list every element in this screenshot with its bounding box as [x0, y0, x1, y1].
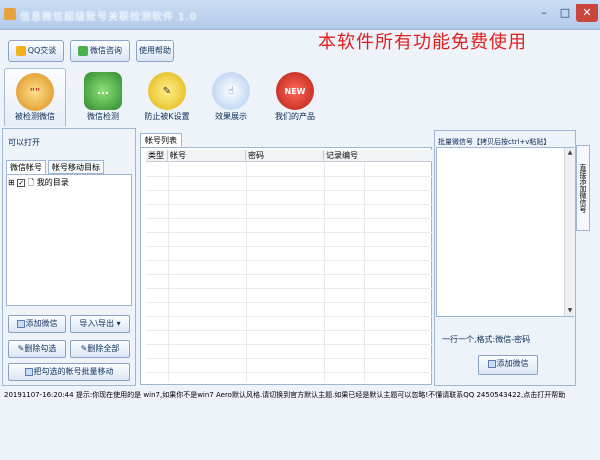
- delete-all-button[interactable]: ✎删除全部: [70, 340, 130, 358]
- window-title: 信息微信超级账号关联检测软件 1.0: [20, 12, 198, 23]
- dropdown-arrow-icon: ▾: [116, 319, 121, 328]
- side-tab-direct-add[interactable]: 直接添加微信号: [576, 145, 590, 231]
- scroll-up-icon[interactable]: ▲: [566, 149, 574, 157]
- textarea-scrollbar[interactable]: ▲ ▼: [564, 148, 574, 316]
- tree-root[interactable]: ⊞ ✓ 🗋 我的目录: [8, 177, 69, 191]
- tree-root-label: 我的目录: [36, 178, 69, 187]
- grid-line: [146, 246, 432, 247]
- grid-line: [146, 190, 432, 191]
- grid-line: [364, 162, 365, 382]
- qq-chat-button[interactable]: QQ交谈: [8, 40, 64, 62]
- tab-move-target[interactable]: 帐号移动目标: [48, 160, 104, 174]
- format-hint: 一行一个,格式:微信-密码: [442, 335, 531, 344]
- left-panel-header: 可以打开: [8, 138, 40, 147]
- import-export-button[interactable]: 导入\导出 ▾: [70, 315, 130, 333]
- table-header: 类型 帐号 密码 记录编号: [146, 150, 432, 162]
- col-record-id[interactable]: 记录编号: [324, 150, 364, 162]
- import-export-label: 导入\导出: [79, 319, 115, 328]
- grid-line: [146, 316, 432, 317]
- grid-line: [146, 274, 432, 275]
- tool-label: 微信检测: [87, 112, 119, 121]
- grid-line: [146, 232, 432, 233]
- add-icon: [16, 319, 25, 328]
- close-button[interactable]: ✕: [576, 4, 598, 22]
- wechat-bubble-icon: ...: [84, 72, 122, 110]
- tool-our-products[interactable]: NEW 我们的产品: [264, 68, 326, 126]
- hand-pointer-icon: ☝: [212, 72, 250, 110]
- batch-move-button[interactable]: 把勾选的帐号批量移动: [8, 363, 130, 381]
- qq-icon: [15, 45, 26, 56]
- right-add-wechat-button[interactable]: 添加微信: [478, 355, 538, 375]
- wrench-icon: ✎: [148, 72, 186, 110]
- status-bar[interactable]: 20191107-16:20:44 提示:你现在使用的是 win7,如果你不是w…: [0, 388, 600, 402]
- tool-label: 防止被K设置: [144, 112, 190, 121]
- col-type[interactable]: 类型: [146, 150, 168, 162]
- grid-line: [146, 372, 432, 373]
- batch-wechat-textarea[interactable]: [436, 147, 574, 317]
- expand-icon[interactable]: ⊞: [8, 178, 15, 187]
- add-icon: [487, 359, 496, 368]
- main-toolbar: "" 被检测微信 ... 微信检测 ✎ 防止被K设置 ☝ 效果展示 NEW 我们…: [0, 68, 600, 128]
- grid-line: [246, 162, 247, 382]
- maximize-button[interactable]: □: [555, 4, 575, 22]
- status-message[interactable]: 提示:你现在使用的是 win7,如果你不是win7 Aero默认风格.请切换到官…: [76, 391, 565, 399]
- wechat-icon: [78, 45, 88, 56]
- main-window: 信息微信超级账号关联检测软件 1.0 – □ ✕ QQ交谈 微信咨询 使用帮助 …: [0, 0, 600, 460]
- checkbox-icon[interactable]: ✓: [17, 178, 26, 187]
- wechat-consult-label: 微信咨询: [90, 46, 122, 55]
- account-table: [140, 147, 432, 385]
- tool-effect-demo[interactable]: ☝ 效果展示: [200, 68, 262, 126]
- tab-wechat-accounts[interactable]: 微信帐号: [6, 160, 46, 174]
- help-button[interactable]: 使用帮助: [136, 40, 174, 62]
- grid-line: [146, 260, 432, 261]
- grid-line: [146, 288, 432, 289]
- minimize-button[interactable]: –: [534, 4, 554, 22]
- add-wechat-label: 添加微信: [25, 319, 58, 328]
- tool-label: 效果展示: [215, 112, 247, 121]
- batch-wechat-header: 批量微信号【拷贝后按ctrl+v粘贴】: [438, 138, 551, 146]
- grid-line: [146, 218, 432, 219]
- tool-label: 我们的产品: [275, 112, 315, 121]
- person-icon: "": [16, 73, 54, 111]
- delete-all-label: 删除全部: [87, 344, 120, 353]
- grid-line: [324, 162, 325, 382]
- move-icon: [24, 367, 33, 376]
- qq-chat-label: QQ交谈: [27, 46, 57, 55]
- tool-label: 被检测微信: [15, 112, 55, 121]
- grid-line: [146, 330, 432, 331]
- wechat-consult-button[interactable]: 微信咨询: [70, 40, 130, 62]
- status-timestamp: 20191107-16:20:44: [4, 391, 74, 399]
- new-badge-icon: NEW: [276, 72, 314, 110]
- tool-monitored-wechat[interactable]: "" 被检测微信: [4, 68, 66, 126]
- grid-line: [146, 358, 432, 359]
- batch-move-label: 把勾选的帐号批量移动: [33, 367, 114, 376]
- grid-line: [168, 162, 169, 382]
- add-wechat-button[interactable]: 添加微信: [8, 315, 66, 333]
- folder-icon: 🗋: [27, 178, 35, 187]
- title-bar: 信息微信超级账号关联检测软件 1.0 – □ ✕: [0, 0, 600, 30]
- app-icon: [4, 8, 16, 20]
- delete-checked-label: 删除勾选: [24, 344, 57, 353]
- grid-line: [146, 302, 432, 303]
- tab-account-list[interactable]: 帐号列表: [140, 133, 182, 147]
- col-password[interactable]: 密码: [246, 150, 324, 162]
- col-account[interactable]: 帐号: [168, 150, 246, 162]
- delete-checked-button[interactable]: ✎删除勾选: [8, 340, 66, 358]
- grid-line: [146, 176, 432, 177]
- account-tree: [6, 174, 132, 306]
- tool-wechat-check[interactable]: ... 微信检测: [72, 68, 134, 126]
- free-banner: 本软件所有功能免费使用: [318, 32, 527, 53]
- grid-line: [146, 344, 432, 345]
- grid-line: [146, 204, 432, 205]
- tool-anti-ban[interactable]: ✎ 防止被K设置: [136, 68, 198, 126]
- right-add-wechat-label: 添加微信: [496, 359, 529, 368]
- scroll-down-icon[interactable]: ▼: [566, 307, 574, 315]
